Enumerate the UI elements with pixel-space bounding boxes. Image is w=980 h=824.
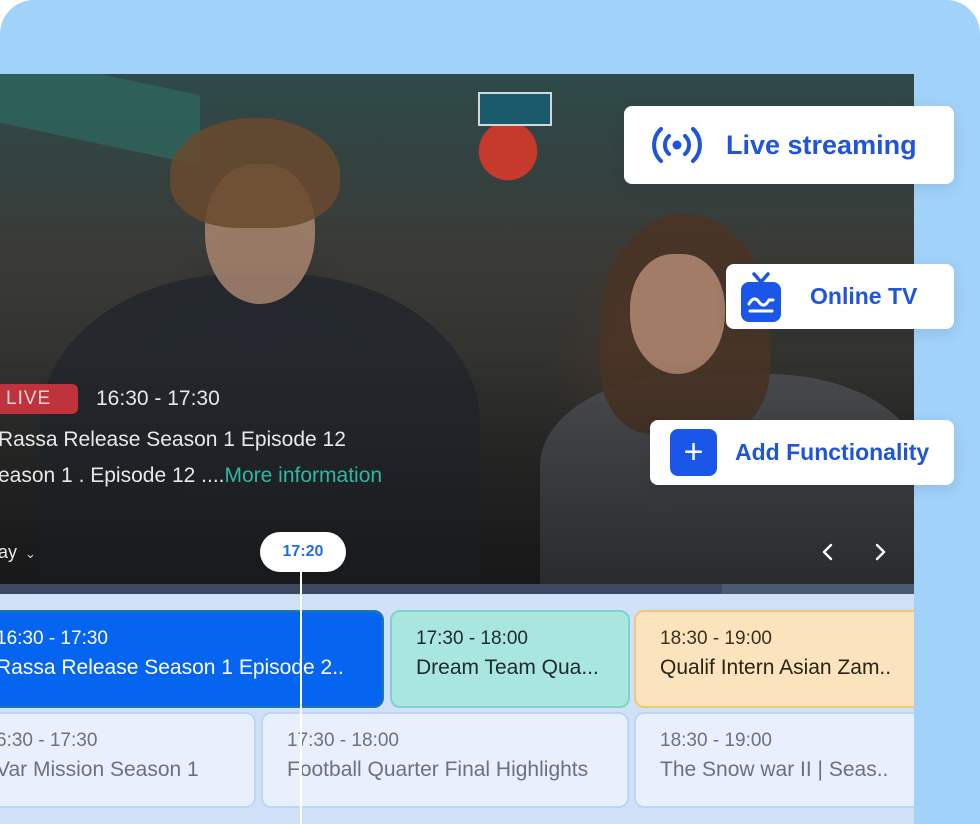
program-time: 18:30 - 19:00 [660,730,772,751]
live-badge: LIVE [0,384,78,414]
program-time: 6:30 - 17:30 [0,730,98,751]
day-dropdown-label: ay [0,542,18,562]
plus-icon: + [670,429,717,476]
program-title: Var Mission Season 1 [0,758,199,781]
online-tv-callout[interactable]: Online TV [726,264,954,329]
chevron-right-icon [875,543,886,561]
program-title: Football Quarter Final Highlights [287,758,589,781]
program-title: The Snow war II | Seas.. [660,758,889,781]
program-card[interactable]: 6:30 - 17:30 Var Mission Season 1 [0,712,256,808]
progress-bar-fill [0,584,723,594]
current-time-line [300,572,302,824]
app-card: LIVE 16:30 - 17:30 Rassa Release Season … [0,0,980,824]
scene-awning [0,74,200,166]
episode-subtitle-text: eason 1 . Episode 12 .... [0,464,225,487]
program-card[interactable]: 18:30 - 19:00 Qualif Intern Asian Zam.. [634,610,914,708]
scene-sign [478,92,552,126]
tv-icon [740,271,782,323]
program-time: 17:30 - 18:00 [416,628,528,649]
add-functionality-label: Add Functionality [735,439,930,465]
program-guide: 16:30 - 17:30 Rassa Release Season 1 Epi… [0,594,914,824]
program-time: 16:30 - 17:30 [0,628,108,649]
chevron-down-icon: ⌄ [25,546,36,561]
live-streaming-callout[interactable]: Live streaming [624,106,954,184]
next-button[interactable] [872,540,888,566]
program-card[interactable]: 18:30 - 19:00 The Snow war II | Seas.. [634,712,914,808]
episode-subtitle: eason 1 . Episode 12 ....More informatio… [0,464,382,488]
scene-hair-left [170,118,340,228]
episode-title: Rassa Release Season 1 Episode 12 [0,428,346,451]
program-card[interactable]: 17:30 - 18:00 Dream Team Qua... [390,610,630,708]
program-card-active[interactable]: 16:30 - 17:30 Rassa Release Season 1 Epi… [0,610,384,708]
program-title: Rassa Release Season 1 Episode 2.. [0,656,344,679]
progress-bar[interactable] [0,584,914,594]
live-streaming-label: Live streaming [726,129,917,160]
current-time-marker[interactable]: 17:20 [260,532,346,572]
program-card[interactable]: 17:30 - 18:00 Football Quarter Final Hig… [261,712,629,808]
online-tv-label: Online TV [810,283,918,309]
prev-button[interactable] [820,540,836,566]
day-dropdown[interactable]: ay ⌄ [0,542,36,563]
more-information-link[interactable]: More information [225,464,383,487]
broadcast-icon [650,125,704,165]
program-title: Dream Team Qua... [416,656,599,679]
program-time: 18:30 - 19:00 [660,628,772,649]
program-time: 17:30 - 18:00 [287,730,399,751]
add-functionality-callout[interactable]: + Add Functionality [650,420,954,485]
program-title: Qualif Intern Asian Zam.. [660,656,892,679]
live-time-range: 16:30 - 17:30 [96,387,220,410]
chevron-left-icon [822,543,833,561]
